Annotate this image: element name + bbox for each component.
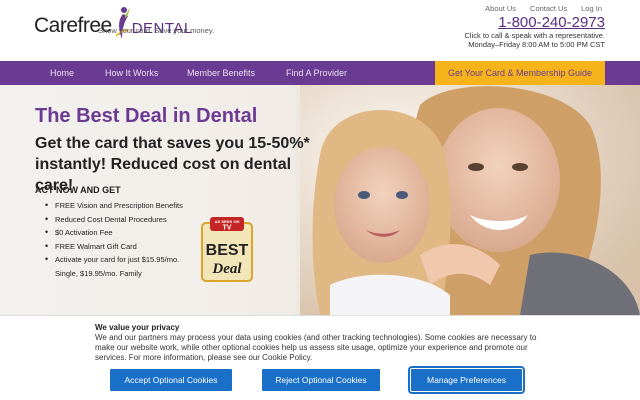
nav-home[interactable]: Home [50, 61, 74, 85]
manage-preferences-button[interactable]: Manage Preferences [408, 366, 525, 394]
call-info-hours: Monday–Friday 8:00 AM to 5:00 PM CST [468, 39, 605, 49]
badge-tv: TV [223, 225, 232, 232]
call-info: Click to call & speak with a representat… [465, 31, 605, 49]
contact-us-link[interactable]: Contact Us [530, 4, 567, 13]
badge-best: BEST [206, 242, 249, 259]
act-now-heading: ACT NOW AND GET [35, 185, 121, 195]
main-nav: Home How It Works Member Benefits Find A… [0, 61, 640, 85]
cookie-title: We value your privacy [95, 323, 180, 332]
best-deal-badge: AS SEEN ON TV BEST Deal [201, 217, 253, 282]
accept-cookies-button[interactable]: Accept Optional Cookies [110, 369, 232, 391]
get-card-button[interactable]: Get Your Card & Membership Guide [435, 61, 605, 85]
list-item: $0 Activation Fee [45, 226, 195, 240]
nav-find-a-provider[interactable]: Find A Provider [286, 61, 347, 85]
list-item: Reduced Cost Dental Procedures [45, 213, 195, 227]
log-in-link[interactable]: Log In [581, 4, 602, 13]
about-us-link[interactable]: About Us [485, 4, 516, 13]
cookie-banner: We value your privacy We and our partner… [0, 315, 640, 400]
mother-daughter-photo [300, 85, 640, 315]
nav-how-it-works[interactable]: How It Works [105, 61, 158, 85]
site-header: Carefree DENTAL Show your card. Save you… [0, 0, 640, 60]
reject-cookies-button[interactable]: Reject Optional Cookies [262, 369, 380, 391]
list-item: Activate your card for just $15.95/mo. S… [45, 253, 195, 280]
badge-top: AS SEEN ON [215, 219, 240, 224]
nav-member-benefits[interactable]: Member Benefits [187, 61, 255, 85]
cookie-text: We and our partners may process your dat… [95, 333, 537, 362]
list-item: FREE Vision and Prescription Benefits [45, 199, 195, 213]
hero-title: The Best Deal in Dental [35, 105, 258, 127]
logo-tagline: Show your card. Save your money. [98, 26, 215, 35]
badge-deal: Deal [211, 261, 242, 277]
list-item: FREE Walmart Gift Card [45, 240, 195, 254]
benefits-list: FREE Vision and Prescription Benefits Re… [45, 199, 195, 280]
hero-section: The Best Deal in Dental Get the card tha… [0, 85, 640, 315]
phone-link[interactable]: 1-800-240-2973 [498, 14, 605, 31]
utility-links: About Us Contact Us Log In [485, 4, 602, 13]
